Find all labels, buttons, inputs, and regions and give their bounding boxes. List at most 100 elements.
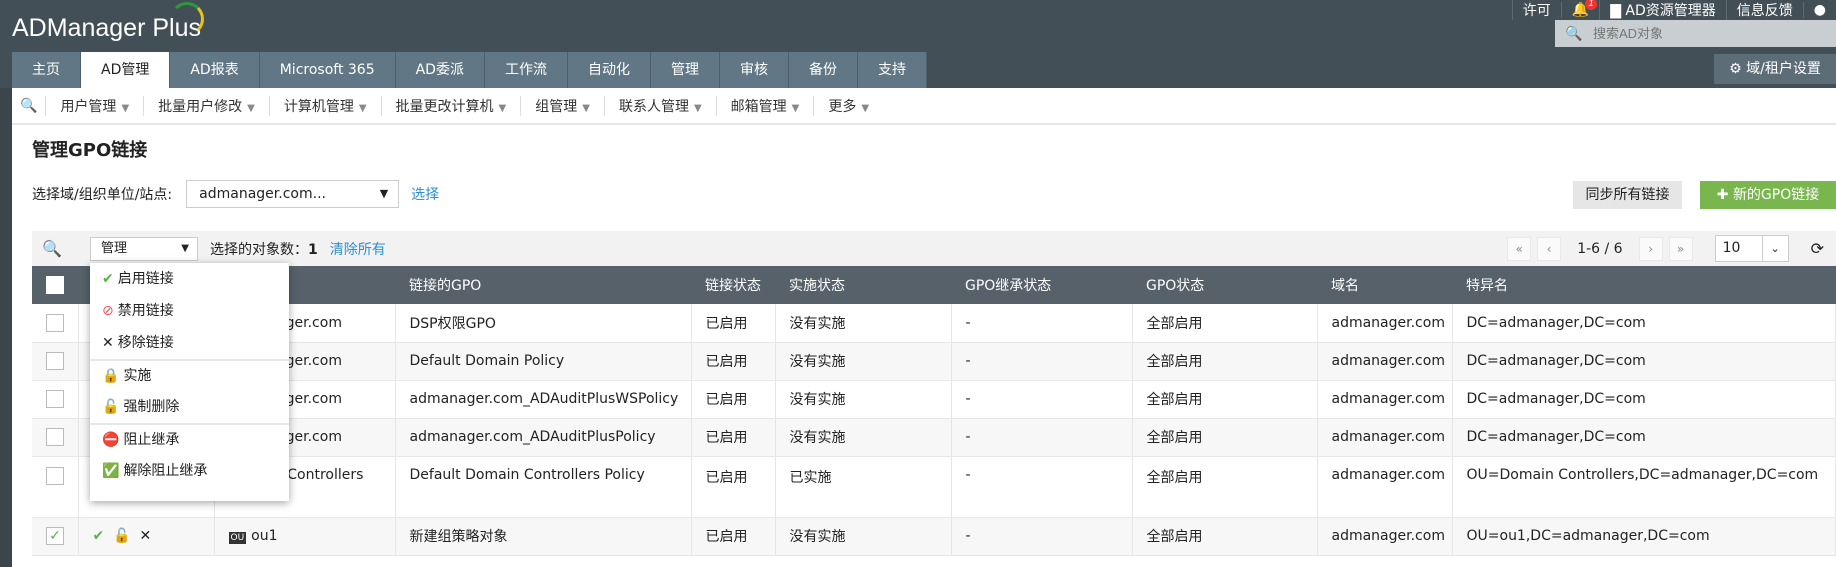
row-checkbox[interactable] [46,352,64,370]
tab-ad-management[interactable]: AD管理 [81,52,171,88]
page-size-select[interactable]: 10 ⌄ [1714,235,1789,262]
next-page-button[interactable]: › [1638,236,1663,261]
cell-dn: DC=admanager,DC=com [1452,380,1836,419]
selected-count-label: 选择的对象数：1 [210,241,318,258]
cell-dn: DC=admanager,DC=com [1452,304,1836,343]
tab-backup[interactable]: 备份 [788,52,858,88]
tab-admin[interactable]: 管理 [650,52,720,88]
remove-icon[interactable]: ✕ [139,528,151,544]
cell-domain: admanager.com [1317,304,1453,343]
col-enforce-status[interactable]: 实施状态 [775,266,951,304]
subnav-group-management[interactable]: 组管理 ▼ [520,95,604,116]
cell-dn: DC=admanager,DC=com [1452,342,1836,381]
cell-gpo: admanager.com_ADAuditPlusWSPolicy [395,380,692,419]
cell-enf: 没有实施 [775,418,952,457]
feedback-link[interactable]: 信息反馈 [1725,0,1803,20]
cell-inh: - [951,517,1133,556]
tab-workflow[interactable]: 工作流 [484,52,568,88]
select-link[interactable]: 选择 [411,184,439,204]
menu-remove-link[interactable]: ✕ 移除链接 [90,327,289,359]
subnav-computer-management[interactable]: 计算机管理 ▼ [268,95,381,116]
domain-settings-button[interactable]: ⚙ 域/租户设置 [1714,54,1836,84]
cell-link: 已启用 [691,342,776,381]
cell-link: 已启用 [691,304,776,343]
search-icon[interactable]: 🔍 [1555,26,1593,42]
subnav-mailbox-management[interactable]: 邮箱管理 ▼ [715,95,814,116]
gpo-links-table: 名称 链接的GPO 链接状态 实施状态 GPO继承状态 GPO状态 域名 特异名… [32,266,1836,556]
cell-domain: admanager.com [1317,456,1453,518]
subnav-contact-management[interactable]: 联系人管理 ▼ [603,95,716,116]
last-page-button[interactable]: » [1668,236,1693,261]
tab-ad-delegation[interactable]: AD委派 [395,52,485,88]
row-checkbox[interactable] [46,428,64,446]
row-checkbox[interactable] [46,390,64,408]
menu-enable-link[interactable]: ✔ 启用链接 [90,263,289,295]
menu-disable-link[interactable]: ⊘ 禁用链接 [90,295,289,327]
table-row: admanager.comDSP权限GPO已启用没有实施-全部启用admanag… [32,304,1836,343]
row-checkbox[interactable] [46,466,64,485]
menu-enforce[interactable]: 🔒 实施 [90,359,289,391]
clear-all-link[interactable]: 清除所有 [330,239,386,259]
cell-domain: admanager.com [1317,342,1453,381]
cell-status: 全部启用 [1132,342,1318,381]
subnav-user-management[interactable]: 用户管理 ▼ [45,95,143,116]
sync-all-links-button[interactable]: 同步所有链接 [1573,181,1682,209]
col-gpo-status[interactable]: GPO状态 [1132,266,1317,304]
page-info: 1-6 / 6 [1577,240,1623,257]
tab-ad-reports[interactable]: AD报表 [170,52,260,88]
select-all-checkbox[interactable] [46,276,64,294]
cell-status: 全部启用 [1132,304,1318,343]
col-link-status[interactable]: 链接状态 [691,266,775,304]
ad-explorer-link[interactable]: ▇ AD资源管理器 [1599,0,1726,20]
tab-microsoft-365[interactable]: Microsoft 365 [259,52,396,88]
cell-status: 全部启用 [1132,517,1318,556]
ou-icon: OU [228,532,247,544]
search-input[interactable] [1593,26,1823,41]
cell-dn: OU=Domain Controllers,DC=admanager,DC=co… [1452,456,1836,518]
subnav-more[interactable]: 更多 ▼ [813,95,883,116]
tab-support[interactable]: 支持 [857,52,927,88]
ad-explorer-label: AD资源管理器 [1625,3,1716,19]
bell-icon[interactable]: 🔔 1 [1560,0,1599,18]
enable-icon[interactable]: ✔ [93,528,105,544]
license-link[interactable]: 许可 [1511,0,1561,20]
cell-inh: - [951,418,1133,457]
select-label: 选择域/组织单位/站点: [32,187,173,203]
table-search-icon[interactable]: 🔍 [32,239,72,258]
user-avatar-icon[interactable]: ● [1802,2,1836,18]
manage-dropdown[interactable]: 管理 ▼ [90,236,198,261]
refresh-icon[interactable]: ⟳ [1811,239,1824,258]
tab-automation[interactable]: 自动化 [567,52,651,88]
cell-domain: admanager.com [1317,380,1453,419]
left-sidebar-strip[interactable] [0,88,12,567]
block-inheritance-icon: ⛔ [102,432,120,448]
col-dn[interactable]: 特异名 [1452,266,1836,304]
table-row: admanager.com admanager.com_ADAuditPlusPo… [32,418,1836,457]
cell-status: 全部启用 [1132,418,1318,457]
cell-enf: 没有实施 [775,342,952,381]
col-domain[interactable]: 域名 [1317,266,1452,304]
cell-inh: - [951,456,1133,518]
subnav-bulk-computer-modify[interactable]: 批量更改计算机 ▼ [380,95,521,116]
menu-force-delete[interactable]: 🔓 强制删除 [90,391,289,423]
menu-unblock-inheritance[interactable]: ✅ 解除阻止继承 [90,455,289,487]
tab-home[interactable]: 主页 [12,52,81,88]
unblock-inheritance-icon: ✅ [102,463,120,479]
domain-select[interactable]: admanager.com... ▼ [186,180,400,208]
row-checkbox[interactable]: ✓ [46,527,64,545]
subnav-bulk-user-modify[interactable]: 批量用户修改 ▼ [143,95,269,116]
search-box[interactable]: 🔍 [1555,20,1836,47]
force-delete-icon[interactable]: 🔓 [113,528,130,544]
first-page-button[interactable]: « [1507,236,1532,261]
row-checkbox[interactable] [46,313,64,332]
cell-link: 已启用 [691,418,776,457]
check-circle-icon: ✔ [102,271,114,287]
menu-block-inheritance[interactable]: ⛔ 阻止继承 [90,423,289,455]
nav-search-icon[interactable]: 🔍 [12,98,45,114]
notification-badge: 1 [1585,0,1598,10]
new-gpo-link-button[interactable]: ✚ 新的GPO链接 [1700,181,1836,209]
col-linked-gpo[interactable]: 链接的GPO [395,266,691,304]
col-inheritance[interactable]: GPO继承状态 [951,266,1132,304]
prev-page-button[interactable]: ‹ [1537,236,1562,261]
tab-audit[interactable]: 审核 [719,52,789,88]
